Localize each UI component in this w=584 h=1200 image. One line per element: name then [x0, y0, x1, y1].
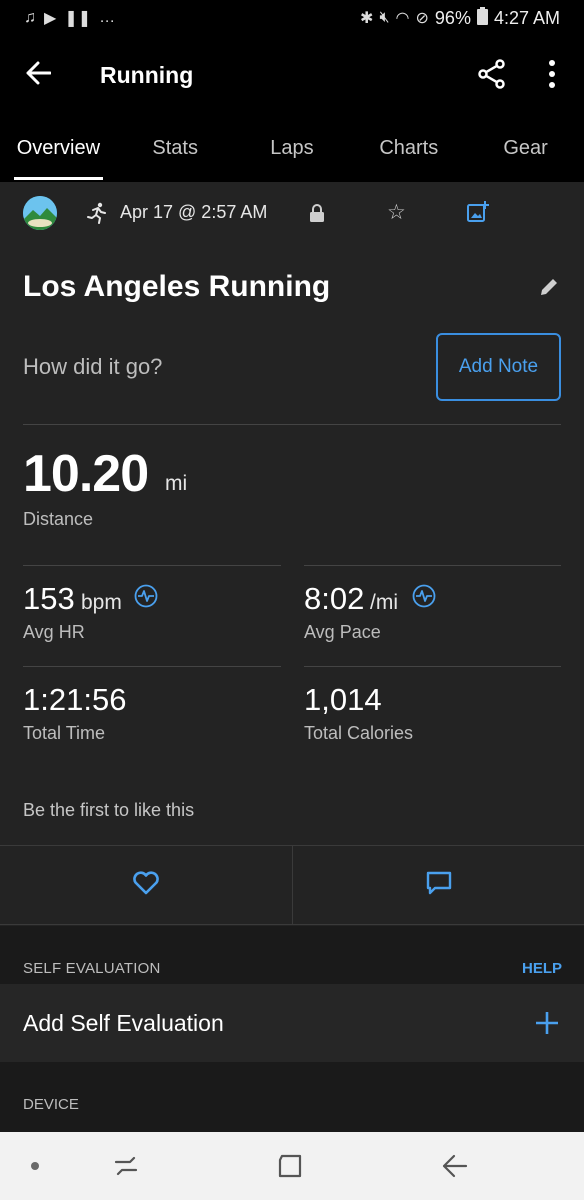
avg-hr-label: Avg HR [23, 622, 85, 642]
avg-pace-unit: /mi [370, 591, 398, 614]
home-icon[interactable] [276, 1152, 304, 1185]
divider [304, 666, 561, 667]
more-vert-icon [548, 59, 556, 93]
divider [23, 666, 281, 667]
status-bar: ♫ ▶ ❚❚ … ✱ 🔇︎ ◠ ⊘ 96% 4:27 AM [0, 0, 584, 36]
more-options-button[interactable] [536, 56, 568, 96]
divider [23, 565, 281, 566]
tab-charts[interactable]: Charts [350, 114, 467, 182]
arrow-left-icon [25, 61, 52, 90]
page-title: Running [100, 61, 194, 88]
add-self-evaluation-row[interactable]: Add Self Evaluation [0, 984, 584, 1062]
do-not-disturb-icon: ⊘ [415, 10, 429, 27]
wifi-icon: ◠ [395, 10, 410, 27]
add-photo-icon[interactable] [467, 201, 489, 228]
avatar[interactable] [23, 196, 57, 230]
likes-text: Be the first to like this [23, 800, 195, 820]
system-nav-bar [0, 1132, 584, 1200]
activity-title: Los Angeles Running [23, 270, 331, 303]
add-note-button[interactable]: Add Note [436, 333, 561, 401]
music-note-icon: ♫ [24, 9, 36, 26]
recents-icon[interactable] [112, 1152, 140, 1185]
share-button[interactable] [470, 56, 514, 96]
total-time-value: 1:21:56 [23, 682, 127, 717]
share-icon [478, 58, 506, 94]
total-calories-value: 1,014 [304, 682, 382, 717]
app-bar: Running [0, 36, 584, 114]
bluetooth-icon: ✱ [360, 10, 374, 27]
running-icon [86, 202, 108, 229]
clock: 4:27 AM [493, 7, 560, 28]
section-gap [0, 1062, 584, 1132]
play-icon: ▶ [44, 10, 57, 27]
heart-icon [132, 871, 160, 900]
avg-hr-value: 153 [23, 581, 75, 616]
tab-laps[interactable]: Laps [234, 114, 351, 182]
nav-back-icon[interactable] [440, 1152, 468, 1185]
divider [304, 565, 561, 566]
self-evaluation-header: SELF EVALUATION [23, 960, 161, 977]
distance-value: 10.20 [23, 445, 149, 503]
total-calories-label: Total Calories [304, 723, 414, 743]
comment-icon [426, 871, 452, 900]
nav-dot-icon[interactable] [31, 1162, 39, 1170]
help-link[interactable]: HELP [522, 960, 562, 977]
add-self-evaluation-label: Add Self Evaluation [23, 1010, 224, 1036]
more-notifications-icon: … [99, 9, 116, 26]
battery-icon [476, 6, 488, 30]
heart-rate-zone-icon[interactable] [134, 584, 158, 608]
status-left-icons: ♫ ▶ ❚❚ … [24, 8, 115, 28]
comment-button[interactable] [292, 846, 584, 925]
back-button[interactable] [0, 36, 78, 114]
edit-pencil-icon[interactable] [539, 277, 559, 302]
battery-percent: 96% [434, 7, 471, 28]
privacy-lock-icon[interactable] [309, 204, 325, 227]
avg-hr-unit: bpm [81, 591, 122, 614]
activity-date: Apr 17 @ 2:57 AM [120, 202, 268, 222]
mute-icon: 🔇︎ [379, 9, 390, 26]
activity-meta-row: Apr 17 @ 2:57 AM ☆ [0, 182, 584, 244]
social-action-bar [0, 845, 584, 925]
distance-label: Distance [23, 509, 94, 529]
device-header: DEVICE [23, 1096, 79, 1113]
pause-icon: ❚❚ [64, 10, 92, 27]
tab-gear[interactable]: Gear [467, 114, 584, 182]
like-button[interactable] [0, 846, 291, 925]
plus-icon[interactable] [534, 1010, 560, 1036]
tab-overview[interactable]: Overview [0, 114, 117, 182]
tab-stats[interactable]: Stats [117, 114, 234, 182]
tab-bar: Overview Stats Laps Charts Gear [0, 114, 584, 182]
divider [23, 424, 561, 425]
overview-content: Apr 17 @ 2:57 AM ☆ Los Angeles Running H… [0, 182, 584, 1132]
distance-unit: mi [165, 472, 188, 495]
note-prompt: How did it go? [23, 354, 163, 379]
total-time-label: Total Time [23, 723, 106, 743]
avg-pace-value: 8:02 [304, 581, 365, 616]
favorite-star-icon[interactable]: ☆ [387, 202, 406, 223]
avg-pace-label: Avg Pace [304, 622, 381, 642]
status-right-icons: ✱ 🔇︎ ◠ ⊘ 96% 4:27 AM [360, 6, 560, 30]
pace-zone-icon[interactable] [412, 584, 436, 608]
